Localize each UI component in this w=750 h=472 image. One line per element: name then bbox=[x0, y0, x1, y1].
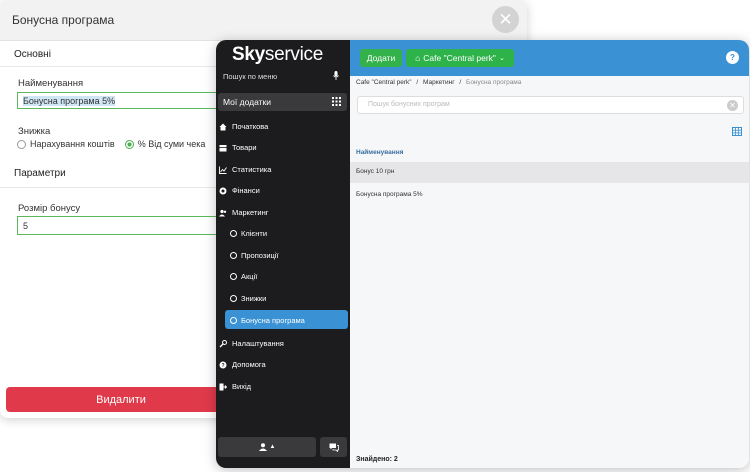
top-bar: Додати ⌂ Cafe "Central perk" ⌄ ? bbox=[350, 40, 749, 76]
help-circle-icon: ? bbox=[219, 361, 227, 369]
circle-icon bbox=[230, 252, 237, 259]
search-placeholder: Пошук бонусних програм bbox=[368, 101, 450, 108]
exit-icon bbox=[219, 383, 227, 390]
modal-title: Бонусна програма bbox=[12, 13, 115, 27]
section-params-label: Параметри bbox=[14, 168, 66, 179]
breadcrumb: Cafe "Central perk" / Маркетинг / Бонусн… bbox=[356, 79, 521, 86]
table-view-icon[interactable] bbox=[732, 127, 742, 136]
menu-search[interactable]: Пошук по меню bbox=[223, 72, 277, 81]
search-input[interactable]: Пошук бонусних програм ✕ bbox=[357, 96, 744, 114]
wrench-icon bbox=[219, 339, 227, 347]
clear-icon[interactable]: ✕ bbox=[727, 100, 738, 111]
sidebar-item-exit[interactable]: Вихід bbox=[219, 382, 251, 391]
sidebar-item-marketing[interactable]: Маркетинг bbox=[219, 208, 268, 217]
svg-text:?: ? bbox=[221, 363, 224, 369]
sidebar-sub-label: Акції bbox=[241, 272, 258, 281]
radio-accrual[interactable] bbox=[17, 139, 26, 149]
my-apps-label: Мої додатки bbox=[223, 97, 271, 107]
name-field[interactable]: Бонусна програма 5% bbox=[17, 92, 227, 109]
discount-label: Знижка bbox=[18, 126, 51, 137]
sidebar-sub-label: Бонусна програма bbox=[241, 316, 305, 325]
sidebar-item-label: Вихід bbox=[232, 382, 251, 391]
sidebar-item-statistics[interactable]: Статистика bbox=[219, 165, 271, 174]
logo: Skyservice bbox=[232, 44, 324, 65]
section-main-label: Основні bbox=[14, 49, 51, 60]
delete-button[interactable]: Видалити bbox=[6, 387, 236, 412]
sidebar-item-label: Налаштування bbox=[232, 339, 284, 348]
sidebar-sub-label: Пропозиції bbox=[241, 251, 279, 260]
coin-icon bbox=[219, 187, 227, 194]
radio-accrual-label: Нарахування коштів bbox=[30, 139, 115, 149]
sidebar-sub-label: Знижки bbox=[241, 294, 267, 303]
users-icon bbox=[219, 209, 227, 216]
sidebar-sub-clients[interactable]: Клієнти bbox=[230, 229, 267, 238]
circle-icon bbox=[230, 295, 237, 302]
microphone-icon[interactable] bbox=[333, 71, 339, 80]
main-content: Додати ⌂ Cafe "Central perk" ⌄ ? Cafe "C… bbox=[350, 40, 749, 468]
chat-icon bbox=[329, 443, 339, 452]
found-count: Знайдено: 2 bbox=[356, 456, 398, 463]
bonus-size-field[interactable]: 5 bbox=[17, 216, 227, 235]
circle-icon bbox=[230, 273, 237, 280]
table-row[interactable]: Бонус 10 грн bbox=[350, 162, 749, 183]
sidebar-item-home[interactable]: Початкова bbox=[219, 122, 268, 131]
radio-percent[interactable] bbox=[124, 139, 134, 149]
chevron-down-icon: ⌄ bbox=[498, 55, 505, 62]
user-icon bbox=[258, 443, 267, 451]
caret-up-icon: ▲ bbox=[269, 444, 276, 450]
table-row[interactable]: Бонусна програма 5% bbox=[350, 185, 749, 206]
help-icon[interactable]: ? bbox=[726, 51, 739, 64]
my-apps-button[interactable]: Мої додатки bbox=[218, 93, 347, 111]
column-header-name[interactable]: Найменування bbox=[356, 149, 403, 156]
breadcrumb-current: Бонусна програма bbox=[466, 79, 522, 86]
circle-icon bbox=[230, 317, 237, 324]
breadcrumb-separator: / bbox=[416, 79, 419, 86]
sidebar-sub-promotions[interactable]: Акції bbox=[230, 272, 257, 281]
store-label: Cafe "Central perk" bbox=[423, 53, 496, 63]
sidebar-item-label: Допомога bbox=[232, 360, 266, 369]
breadcrumb-store[interactable]: Cafe "Central perk" bbox=[356, 79, 412, 86]
radio-percent-label: % Від суми чека bbox=[137, 139, 206, 149]
close-icon: ✕ bbox=[498, 10, 513, 29]
circle-icon bbox=[230, 230, 237, 237]
home-icon bbox=[219, 123, 227, 130]
sidebar-item-label: Товари bbox=[232, 143, 257, 152]
sidebar-item-products[interactable]: Товари bbox=[219, 143, 257, 152]
store-selector[interactable]: ⌂ Cafe "Central perk" ⌄ bbox=[406, 49, 514, 67]
sidebar-sub-discounts[interactable]: Знижки bbox=[230, 294, 266, 303]
bonus-size-label: Розмір бонусу bbox=[18, 203, 81, 214]
box-icon bbox=[219, 144, 227, 151]
sidebar-item-help[interactable]: ? Допомога bbox=[219, 360, 266, 369]
sidebar: Skyservice Пошук по меню Мої додатки Поч… bbox=[216, 40, 350, 468]
sidebar-item-label: Фінанси bbox=[232, 186, 260, 195]
chart-icon bbox=[219, 166, 227, 174]
sidebar-item-settings[interactable]: Налаштування bbox=[219, 339, 284, 348]
breadcrumb-marketing[interactable]: Маркетинг bbox=[423, 79, 455, 86]
breadcrumb-separator: / bbox=[459, 79, 462, 86]
bonus-size-value: 5 bbox=[23, 221, 29, 231]
name-label: Найменування bbox=[18, 78, 84, 89]
table-cell: Бонус 10 грн bbox=[356, 168, 395, 175]
sidebar-item-label: Початкова bbox=[232, 122, 269, 131]
chat-button[interactable] bbox=[320, 437, 347, 457]
skyservice-app: Skyservice Пошук по меню Мої додатки Поч… bbox=[216, 40, 749, 468]
discount-radio-group: Нарахування коштів % Від суми чека bbox=[17, 139, 205, 149]
sidebar-sub-label: Клієнти bbox=[241, 229, 268, 238]
store-home-icon: ⌂ bbox=[415, 53, 421, 63]
sidebar-sub-offers[interactable]: Пропозиції bbox=[230, 251, 279, 260]
add-button[interactable]: Додати bbox=[360, 49, 402, 67]
sidebar-item-finance[interactable]: Фінанси bbox=[219, 186, 260, 195]
user-menu-button[interactable]: ▲ bbox=[218, 437, 316, 457]
grid-icon bbox=[332, 97, 341, 106]
sidebar-sub-bonus-program[interactable]: Бонусна програма bbox=[230, 316, 305, 325]
name-field-value: Бонусна програма 5% bbox=[23, 96, 116, 106]
sidebar-item-label: Маркетинг bbox=[232, 208, 269, 217]
sidebar-item-label: Статистика bbox=[232, 165, 272, 174]
modal-header: Бонусна програма bbox=[0, 0, 527, 41]
table-cell: Бонусна програма 5% bbox=[356, 191, 423, 198]
close-button[interactable]: ✕ bbox=[492, 6, 519, 33]
